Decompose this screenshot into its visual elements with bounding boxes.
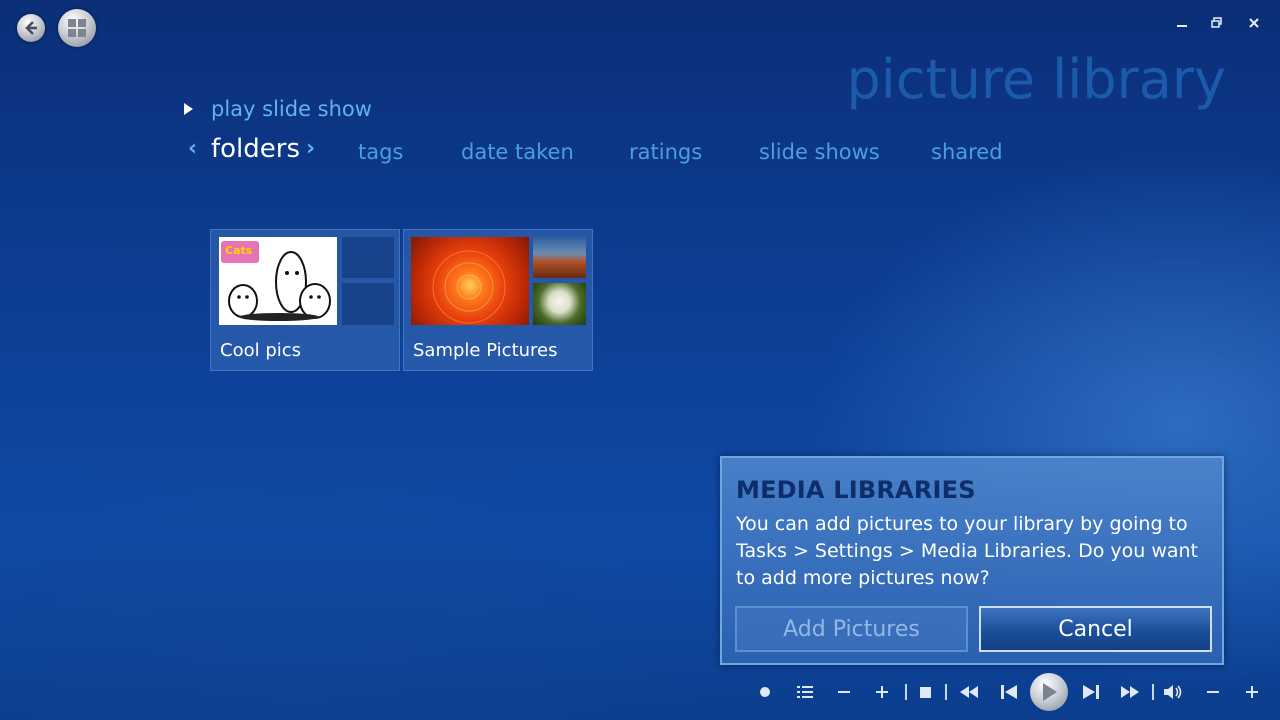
- skip-back-icon: [1001, 685, 1017, 699]
- list-icon: [797, 686, 813, 698]
- fast-forward-icon: [1121, 686, 1139, 698]
- restore-button[interactable]: [1208, 14, 1226, 32]
- play-button[interactable]: [1030, 673, 1068, 711]
- windows-start-button[interactable]: [58, 9, 96, 47]
- folder-label: Sample Pictures: [413, 340, 558, 361]
- flower-image: [432, 250, 506, 324]
- record-icon: [760, 687, 770, 697]
- chrysanthemum-thumbnail: [411, 237, 529, 325]
- close-icon: [1249, 18, 1259, 28]
- minimize-button[interactable]: [1173, 14, 1191, 32]
- restore-icon: [1211, 17, 1222, 28]
- tab-tags[interactable]: tags: [358, 140, 403, 164]
- cancel-button[interactable]: Cancel: [979, 606, 1212, 652]
- folder-thumbnail-main: Cats: [219, 237, 337, 325]
- folder-thumbnail-empty: [342, 283, 394, 325]
- volume-down-button[interactable]: [1205, 684, 1221, 700]
- windows-logo-icon: [68, 19, 86, 37]
- fast-forward-button[interactable]: [1119, 684, 1141, 700]
- thumbnail-overlay-text: Cats: [225, 244, 253, 257]
- dialog-title: MEDIA LIBRARIES: [736, 476, 976, 504]
- channel-up-button[interactable]: [874, 684, 890, 700]
- play-slide-show-label: play slide show: [211, 97, 372, 121]
- volume-up-button[interactable]: [1244, 684, 1260, 700]
- folder-tile-cool-pics[interactable]: Cats Cool pics: [210, 229, 400, 371]
- rewind-button[interactable]: [958, 684, 980, 700]
- speaker-icon: [1164, 685, 1182, 699]
- record-button[interactable]: [758, 685, 772, 699]
- play-slide-show-link[interactable]: play slide show: [184, 97, 372, 121]
- guide-button[interactable]: [796, 684, 814, 700]
- folder-label: Cool pics: [220, 340, 302, 361]
- rewind-icon: [960, 686, 978, 698]
- plus-icon: [876, 686, 888, 698]
- back-arrow-icon: [25, 21, 37, 35]
- minimize-icon: [1177, 25, 1187, 27]
- next-button[interactable]: [1081, 684, 1101, 700]
- tab-date-taken[interactable]: date taken: [461, 140, 574, 164]
- tab-slide-shows[interactable]: slide shows: [759, 140, 880, 164]
- tab-ratings[interactable]: ratings: [629, 140, 702, 164]
- tab-folders[interactable]: folders: [211, 134, 300, 164]
- back-button[interactable]: [17, 14, 45, 42]
- chevron-left-icon[interactable]: ‹: [188, 136, 197, 161]
- play-icon: [184, 103, 193, 115]
- separator: [905, 684, 907, 700]
- hydrangea-thumbnail: [533, 283, 586, 325]
- mute-button[interactable]: [1163, 682, 1185, 702]
- dialog-message: You can add pictures to your library by …: [736, 513, 1198, 589]
- tab-shared[interactable]: shared: [931, 140, 1003, 164]
- chevron-right-icon[interactable]: ›: [306, 136, 315, 161]
- add-pictures-button[interactable]: Add Pictures: [735, 606, 968, 652]
- folder-tile-sample-pictures[interactable]: Sample Pictures: [403, 229, 593, 371]
- media-libraries-dialog: MEDIA LIBRARIES You can add pictures to …: [720, 456, 1224, 665]
- folder-thumbnail-empty: [342, 237, 394, 278]
- page-title: picture library: [846, 48, 1226, 111]
- stop-button[interactable]: [918, 685, 932, 699]
- minus-icon: [838, 691, 850, 693]
- skip-forward-icon: [1083, 685, 1099, 699]
- channel-down-button[interactable]: [836, 684, 852, 700]
- previous-button[interactable]: [999, 684, 1019, 700]
- plus-icon: [1246, 686, 1258, 698]
- minus-icon: [1207, 691, 1219, 693]
- close-button[interactable]: [1245, 14, 1263, 32]
- separator: [945, 684, 947, 700]
- separator: [1152, 684, 1154, 700]
- play-icon: [1043, 683, 1057, 701]
- desert-thumbnail: [533, 237, 586, 278]
- stop-icon: [919, 686, 931, 698]
